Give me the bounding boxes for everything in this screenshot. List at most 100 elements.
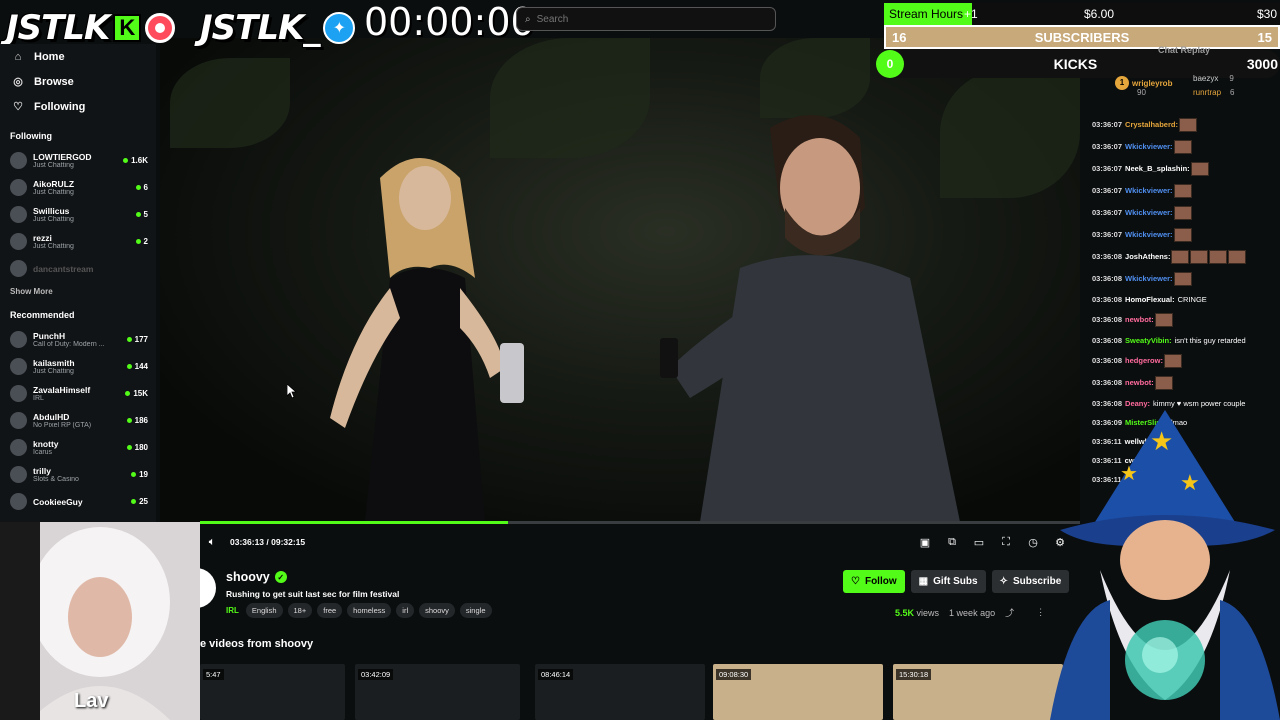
- chat-message: 03:36:07 Wkickviewer:: [1088, 180, 1280, 202]
- chat-username[interactable]: HomoFlexual:: [1125, 295, 1175, 304]
- channel-name: CookieeGuy: [33, 496, 83, 507]
- chat-username[interactable]: Wkickviewer:: [1125, 274, 1173, 283]
- avatar: [10, 358, 27, 375]
- sidebar-channel[interactable]: CookieeGuy 25: [0, 488, 156, 515]
- theater-mode-icon[interactable]: ▭: [973, 536, 985, 549]
- chat-username[interactable]: Crystalhaberd:: [1125, 120, 1178, 129]
- channel-name: Swillicus: [33, 206, 70, 216]
- nav-item-following[interactable]: ♡ Following: [0, 94, 156, 119]
- channel-name[interactable]: shoovy: [226, 570, 270, 584]
- video-duration: 5:47: [203, 669, 224, 680]
- category-link[interactable]: IRL: [226, 606, 239, 615]
- sidebar-channel[interactable]: knotty Icarus 180: [0, 434, 156, 461]
- viewer-count: 25: [131, 497, 148, 506]
- sidebar-channel[interactable]: LOWTIERGOD Just Chatting 1.6K: [0, 147, 156, 174]
- tag-chip[interactable]: 18+: [287, 603, 313, 618]
- svg-text:★: ★: [1150, 427, 1173, 457]
- recommended-title: Recommended: [10, 310, 75, 320]
- tag-chip[interactable]: free: [317, 603, 343, 618]
- channel-name: AbdulHD: [33, 412, 70, 422]
- verified-check-icon: ✓: [274, 571, 287, 583]
- nav-label: Browse: [34, 75, 74, 88]
- star-icon: ✧: [999, 576, 1008, 587]
- progress-fill: [200, 521, 508, 524]
- sidebar-channel[interactable]: AikoRULZ Just Chatting 6: [0, 174, 156, 201]
- video-thumbnail[interactable]: 03:42:09: [355, 664, 520, 720]
- progress-bar[interactable]: [200, 521, 1080, 524]
- chat-message: 03:36:08 SweatyVibin: isn't this guy retar…: [1088, 331, 1280, 350]
- video-person-woman: [330, 158, 524, 522]
- tag-list: IRL English 18+ free homeless irl shoovy singl…: [226, 603, 492, 618]
- nav-item-home[interactable]: ⌂ Home: [0, 44, 156, 69]
- chat-username[interactable]: hedgerow:: [1125, 356, 1163, 365]
- chat-timestamp: 03:36:08: [1092, 399, 1123, 408]
- sidebar-channel[interactable]: PunchH Call of Duty: Modern ... 177: [0, 326, 156, 353]
- tag-chip[interactable]: single: [459, 603, 492, 618]
- video-thumbnail[interactable]: 08:46:14: [535, 664, 705, 720]
- chat-timestamp: 03:36:08: [1092, 355, 1123, 365]
- tag-chip[interactable]: shoovy: [419, 603, 455, 618]
- chat-username[interactable]: Neek_B_splashin:: [1125, 164, 1190, 173]
- chat-username[interactable]: newbot:: [1125, 378, 1154, 387]
- volume-icon[interactable]: 🔈︎: [200, 536, 224, 549]
- chat-username[interactable]: Wkickviewer:: [1125, 186, 1173, 195]
- channel-name: kailasmith: [33, 358, 75, 368]
- show-more-link[interactable]: Show More: [0, 282, 156, 302]
- viewer-count: 1.6K: [123, 156, 148, 165]
- share-icon[interactable]: ⤴: [1005, 606, 1014, 619]
- avatar: [10, 466, 27, 483]
- fullscreen-icon[interactable]: ⛶: [1000, 536, 1012, 548]
- sidebar-channel[interactable]: trilly Slots & Casino 19: [0, 461, 156, 488]
- chat-replay-title: Chat Replay: [1158, 45, 1211, 55]
- live-dot-icon: [135, 239, 141, 244]
- video-player[interactable]: [160, 38, 1080, 522]
- sidebar-channel[interactable]: AbdulHD No Pixel RP (GTA) 186: [0, 407, 156, 434]
- chat-username[interactable]: Wkickviewer:: [1125, 142, 1173, 151]
- tag-chip[interactable]: homeless: [347, 603, 392, 618]
- more-options-icon[interactable]: ⋮: [1036, 607, 1045, 618]
- follow-button[interactable]: ♡ Follow: [843, 570, 905, 593]
- miniplayer-icon[interactable]: ▣: [919, 536, 931, 549]
- channel-info: knotty Icarus: [33, 439, 127, 456]
- wizard-mascot: ★ ★ ★: [1050, 410, 1280, 720]
- channel-name: PunchH: [33, 331, 66, 341]
- search-bar[interactable]: ⌕: [516, 7, 776, 31]
- following-title: Following: [10, 131, 52, 141]
- chat-username[interactable]: SweatyVibin:: [1125, 336, 1172, 345]
- speed-icon[interactable]: ◷: [1027, 536, 1039, 549]
- chat-username[interactable]: Deany:: [1125, 399, 1150, 408]
- chat-username[interactable]: Wkickviewer:: [1125, 208, 1173, 217]
- home-icon: ⌂: [14, 50, 22, 63]
- chat-username[interactable]: JoshAthens:: [1125, 252, 1170, 261]
- tag-chip[interactable]: English: [245, 603, 283, 618]
- tag-chip[interactable]: irl: [396, 603, 415, 618]
- live-dot-icon: [135, 212, 141, 217]
- viewer-count: 15K: [125, 389, 148, 398]
- video-thumbnail[interactable]: 5:47: [200, 664, 345, 720]
- search-input[interactable]: [536, 13, 757, 25]
- clip-icon[interactable]: ⧉: [946, 536, 958, 548]
- chat-username[interactable]: Wkickviewer:: [1125, 230, 1173, 239]
- video-duration: 03:42:09: [358, 669, 394, 680]
- sidebar-channel[interactable]: Swillicus Just Chatting 5: [0, 201, 156, 228]
- avatar: [10, 206, 27, 223]
- video-thumbnail[interactable]: 09:08:30: [713, 664, 883, 720]
- channel-category: Call of Duty: Modern ...: [33, 341, 105, 348]
- sidebar-channel[interactable]: dancantstream: [0, 255, 156, 282]
- chat-message: 03:36:08 HomoFlexual: CRINGE: [1088, 290, 1280, 309]
- video-thumbnail[interactable]: 15:30:18: [893, 664, 1063, 720]
- more-videos-title: e videos from shoovy: [200, 638, 314, 650]
- sidebar-channel[interactable]: rezzi Just Chatting 2: [0, 228, 156, 255]
- chat-username[interactable]: newbot:: [1125, 315, 1154, 324]
- heart-icon: ♡: [851, 576, 860, 587]
- sidebar-channel[interactable]: kailasmith Just Chatting 144: [0, 353, 156, 380]
- stream-hours-bar: Stream Hours +1 $6.00 $30: [884, 3, 1280, 25]
- nav-label: Following: [34, 100, 86, 113]
- sidebar-channel[interactable]: ZavalaHimself IRL 15K: [0, 380, 156, 407]
- channel-info: kailasmith Just Chatting: [33, 358, 127, 375]
- channel-info: LOWTIERGOD Just Chatting: [33, 152, 123, 169]
- nav-item-browse[interactable]: ◎ Browse: [0, 69, 156, 94]
- chat-text: isn't this guy retarded: [1174, 336, 1246, 345]
- channel-category: Just Chatting: [33, 189, 74, 196]
- gift-subs-button[interactable]: ▦ Gift Subs: [910, 570, 986, 593]
